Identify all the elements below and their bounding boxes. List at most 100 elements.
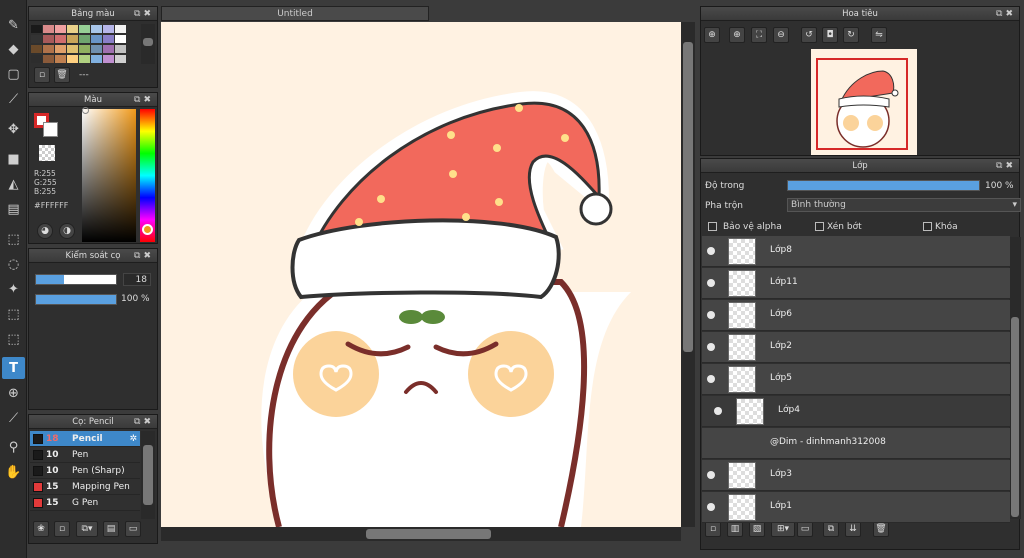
new-layer-1bit-icon[interactable]: ▧ <box>749 521 765 537</box>
brush-size-value[interactable]: 18 <box>123 273 151 286</box>
layer-row[interactable]: @Dim - dinhmanh312008 <box>702 428 1010 459</box>
palette-swatch[interactable] <box>91 55 102 63</box>
merge-layer-icon[interactable]: ⇊ <box>845 521 861 537</box>
eye-icon[interactable] <box>707 247 715 255</box>
eye-icon[interactable] <box>707 471 715 479</box>
select-tool-icon[interactable]: ⬚ <box>2 228 25 250</box>
brush-edit-icon[interactable]: ▤ <box>103 521 119 537</box>
fit-icon[interactable]: ⛶ <box>751 27 767 43</box>
rotate-left-icon[interactable]: ↺ <box>801 27 817 43</box>
palette-swatch[interactable] <box>79 55 90 63</box>
palette-scrollbar[interactable] <box>141 24 155 64</box>
brush-list-scrollbar[interactable] <box>141 431 155 519</box>
panel-controls-icon[interactable]: ⧉✖ <box>134 93 154 107</box>
palette-swatches[interactable] <box>31 25 135 65</box>
eraser-tool-icon[interactable]: ◆ <box>2 38 25 60</box>
palette-swatch[interactable] <box>43 25 54 33</box>
bucket-tool-icon[interactable]: ◭ <box>2 173 25 195</box>
document-tab[interactable]: Untitled <box>161 6 429 21</box>
select-eraser-tool-icon[interactable]: ⬚ <box>2 328 25 350</box>
dropper-tool-icon[interactable]: ⟋ <box>2 407 25 429</box>
eye-icon[interactable] <box>714 407 722 415</box>
eye-icon[interactable] <box>707 279 715 287</box>
eye-icon[interactable] <box>707 503 715 511</box>
panel-controls-icon[interactable]: ⧉✖ <box>134 415 154 429</box>
palette-swatch[interactable] <box>31 35 42 43</box>
palette-swatch[interactable] <box>115 35 126 43</box>
palette-swatch[interactable] <box>79 35 90 43</box>
panel-controls-icon[interactable]: ⧉✖ <box>996 159 1016 173</box>
zoom-in-icon[interactable]: ⊕ <box>704 27 720 43</box>
canvas-hscrollbar[interactable] <box>161 527 681 541</box>
layer-row[interactable]: Lớp3 <box>702 460 1010 491</box>
background-color[interactable] <box>43 122 58 137</box>
palette-swatch[interactable] <box>31 25 42 33</box>
operation-tool-icon[interactable]: ⊕ <box>2 382 25 404</box>
new-layer-icon[interactable]: ▫ <box>705 521 721 537</box>
canvas-vscrollbar[interactable] <box>681 22 695 527</box>
canvas[interactable] <box>161 22 681 527</box>
palette-swatch[interactable] <box>103 35 114 43</box>
brush-tool-icon[interactable]: ✎ <box>2 14 25 36</box>
delete-layer-icon[interactable]: 🗑 <box>873 521 889 537</box>
palette-swatch[interactable] <box>43 45 54 53</box>
palette-swatch[interactable] <box>67 45 78 53</box>
navigator-preview[interactable] <box>811 49 917 155</box>
color-mix-icon[interactable]: ◑ <box>59 223 75 239</box>
gradient-tool-icon[interactable]: ▤ <box>2 198 25 220</box>
select-pen-tool-icon[interactable]: ⬚ <box>2 303 25 325</box>
duplicate-layer-icon[interactable]: ⧉ <box>823 521 839 537</box>
brush-opacity-slider[interactable] <box>35 294 117 305</box>
rotate-right-icon[interactable]: ↻ <box>843 27 859 43</box>
palette-swatch[interactable] <box>67 35 78 43</box>
protect-alpha-checkbox[interactable] <box>708 222 717 231</box>
palette-swatch[interactable] <box>91 45 102 53</box>
palette-swatch[interactable] <box>115 25 126 33</box>
saturation-value-picker[interactable] <box>82 109 136 242</box>
color-wheel-icon[interactable]: ◕ <box>37 223 53 239</box>
brush-size-slider[interactable] <box>35 274 117 285</box>
panel-controls-icon[interactable]: ⧉✖ <box>134 249 154 263</box>
hand-tool-icon[interactable]: ✋ <box>2 461 25 483</box>
layer-opacity-slider[interactable] <box>787 180 980 191</box>
palette-swatch[interactable] <box>103 55 114 63</box>
panel-controls-icon[interactable]: ⧉✖ <box>996 7 1016 21</box>
brush-new-icon[interactable]: ▫ <box>54 521 70 537</box>
clipping-checkbox[interactable] <box>815 222 824 231</box>
hue-cursor[interactable] <box>142 224 153 235</box>
palette-swatch[interactable] <box>91 35 102 43</box>
palette-swatch[interactable] <box>43 35 54 43</box>
hue-slider[interactable] <box>140 109 155 242</box>
layer-row[interactable]: Lớp11 <box>702 268 1010 299</box>
lock-checkbox[interactable] <box>923 222 932 231</box>
sv-cursor[interactable] <box>82 107 89 114</box>
layer-row[interactable]: Lớp6 <box>702 300 1010 331</box>
palette-swatch[interactable] <box>31 55 42 63</box>
reset-view-icon[interactable]: ◘ <box>822 27 838 43</box>
brush-folder-icon[interactable]: ▭ <box>125 521 141 537</box>
palette-swatch[interactable] <box>43 55 54 63</box>
move-tool-icon[interactable]: ✥ <box>2 118 25 140</box>
palette-swatch[interactable] <box>55 25 66 33</box>
layer-row[interactable]: Lớp5 <box>702 364 1010 395</box>
layer-row[interactable]: Lớp1 <box>702 492 1010 523</box>
transparent-color[interactable] <box>39 145 55 161</box>
brush-item[interactable]: 10 Pen (Sharp) <box>30 463 140 479</box>
palette-swatch[interactable] <box>67 55 78 63</box>
new-palette-icon[interactable]: ▫ <box>34 67 50 83</box>
zoom-in-2-icon[interactable]: ⊕ <box>729 27 745 43</box>
palette-swatch[interactable] <box>115 55 126 63</box>
select-rect-tool-icon[interactable]: ▢ <box>2 63 25 85</box>
layer-row[interactable]: Lớp8 <box>702 236 1010 267</box>
eyedropper-tool-icon[interactable]: ⚲ <box>2 436 25 458</box>
gear-icon[interactable]: ✲ <box>129 431 137 447</box>
palette-swatch[interactable] <box>31 45 42 53</box>
new-layer-8bit-icon[interactable]: ▥ <box>727 521 743 537</box>
brush-item[interactable]: 15 G Pen <box>30 495 140 511</box>
eye-icon[interactable] <box>707 311 715 319</box>
fill-rect-tool-icon[interactable]: ■ <box>2 148 25 170</box>
zoom-out-icon[interactable]: ⊖ <box>773 27 789 43</box>
eye-icon[interactable] <box>707 375 715 383</box>
palette-swatch[interactable] <box>103 25 114 33</box>
panel-controls-icon[interactable]: ⧉✖ <box>134 7 154 21</box>
